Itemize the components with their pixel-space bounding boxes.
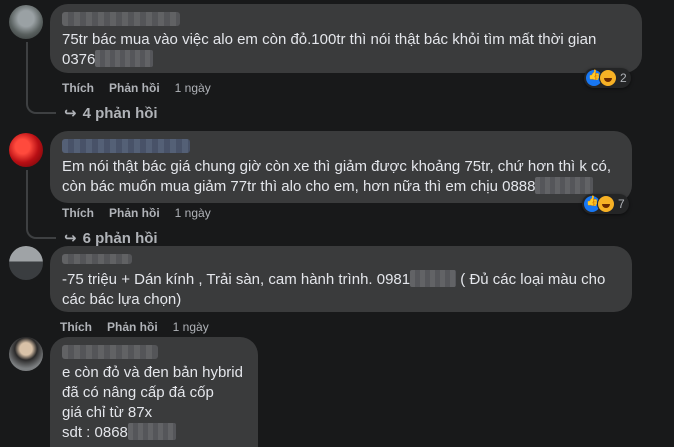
comment-text-line3: giá chỉ từ 87x [62,404,153,421]
reply-arrow-icon: ↪ [64,230,77,247]
comment-text-line4: sdt : 0868 [62,423,246,443]
comment-actions: Thích Phản hồi 1 ngày [62,81,211,95]
phone-redacted [127,423,176,440]
timestamp[interactable]: 1 ngày [173,320,209,334]
reaction-number: 2 [620,71,627,85]
comment-text-part: -75 triệu + Dán kính , Trải sàn, cam hàn… [62,271,411,288]
thread-connector [26,98,56,114]
author-name-redacted[interactable] [62,139,190,153]
comment-bubble: -75 triệu + Dán kính , Trải sàn, cam hàn… [50,246,632,312]
comment-text-line2: còn bác muốn mua giảm 77tr thì alo cho e… [62,177,620,197]
author-name-redacted[interactable] [62,254,132,264]
reaction-count[interactable]: 7 [582,194,629,214]
like-button[interactable]: Thích [62,206,94,220]
reaction-number: 7 [618,197,625,211]
comment-text-line2: đã có nâng cấp đá cốp [62,384,214,401]
phone-redacted [95,50,154,67]
phone-prefix: 0376 [62,51,96,68]
haha-reaction-icon [599,69,617,87]
avatar[interactable] [9,246,43,280]
like-button[interactable]: Thích [60,320,92,334]
comment-text: Em nói thật bác giá chung giờ còn xe thì… [62,158,612,175]
phone-prefix: 0888 [502,178,536,195]
phone-prefix: sdt : 0868 [62,424,128,441]
reaction-count[interactable]: 2 [584,68,631,88]
comment-text-line2: các bác lựa chọn) [62,291,182,308]
thread-connector [26,223,56,239]
view-replies-button[interactable]: ↪ 4 phản hồi [64,104,158,123]
replies-label: 4 phản hồi [82,104,158,122]
view-replies-button[interactable]: ↪ 6 phản hồi [64,229,158,248]
avatar[interactable] [9,5,43,39]
haha-reaction-icon [597,195,615,213]
comment-text-line1: e còn đỏ và đen bản hybrid [62,364,243,381]
avatar[interactable] [9,133,43,167]
timestamp[interactable]: 1 ngày [175,206,211,220]
author-name-redacted[interactable] [62,12,180,26]
comment-text: -75 triệu + Dán kính , Trải sàn, cam hàn… [62,270,620,290]
comment-bubble: 75tr bác mua vào việc alo em còn đỏ.100t… [50,4,642,73]
comment-bubble: e còn đỏ và đen bản hybrid đã có nâng cấ… [50,337,258,447]
author-name-redacted[interactable] [62,345,158,359]
comment-text-line2: 0376 [62,50,630,70]
comment-text-part: còn bác muốn mua giảm 77tr thì alo cho e… [62,178,503,195]
reply-button[interactable]: Phản hồi [107,320,158,334]
comment-actions: Thích Phản hồi 1 ngày [62,206,211,220]
thread-line [26,42,28,98]
comment-text-part: ( Đủ các loại màu cho [456,271,606,288]
phone-redacted [410,270,457,287]
thread-line [26,170,28,223]
comment-actions: Thích Phản hồi 1 ngày [60,320,209,334]
phone-redacted [535,177,594,194]
timestamp[interactable]: 1 ngày [175,81,211,95]
comment-bubble: Em nói thật bác giá chung giờ còn xe thì… [50,131,632,203]
replies-label: 6 phản hồi [82,229,158,247]
reply-button[interactable]: Phản hồi [109,206,160,220]
like-button[interactable]: Thích [62,81,94,95]
avatar[interactable] [9,337,43,371]
reply-button[interactable]: Phản hồi [109,81,160,95]
reply-arrow-icon: ↪ [64,105,77,122]
comment-text: 75tr bác mua vào việc alo em còn đỏ.100t… [62,31,597,48]
